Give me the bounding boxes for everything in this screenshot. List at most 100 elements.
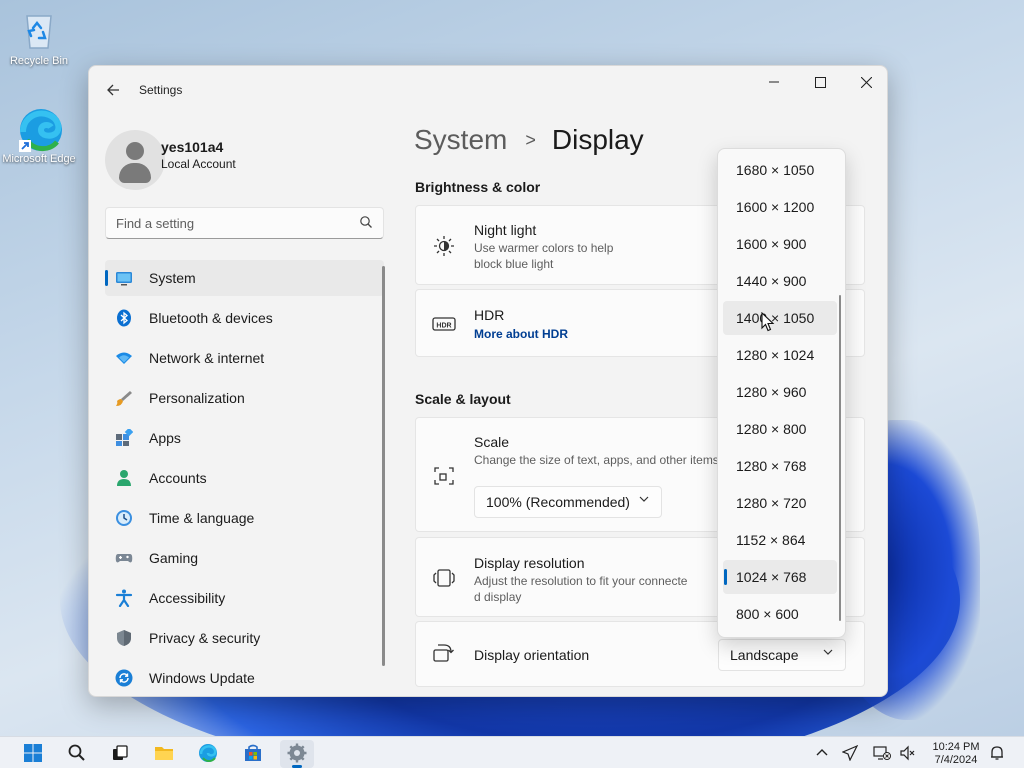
search-icon[interactable]	[359, 215, 373, 229]
sidebar-item-network[interactable]: Network & internet	[105, 340, 384, 376]
scale-title: Scale	[474, 434, 510, 450]
section-heading-scale-layout: Scale & layout	[415, 391, 511, 407]
resolution-option[interactable]: 1600 × 1200	[723, 190, 837, 224]
dropdown-scrollbar[interactable]	[839, 295, 841, 621]
resolution-option[interactable]: 1152 × 864	[723, 523, 837, 557]
maximize-icon	[814, 76, 826, 88]
resolution-option[interactable]: 1600 × 900	[723, 227, 837, 261]
display-resolution-subtitle: Adjust the resolution to fit your connec…	[474, 574, 688, 588]
task-view-icon[interactable]	[110, 743, 130, 763]
svg-text:HDR: HDR	[436, 323, 451, 330]
resolution-option[interactable]: 1280 × 768	[723, 449, 837, 483]
breadcrumb-separator: >	[525, 129, 536, 150]
minimize-icon	[769, 81, 779, 83]
breadcrumb-parent[interactable]: System	[414, 124, 507, 156]
app-title: Settings	[139, 83, 183, 97]
resolution-option[interactable]: 1280 × 800	[723, 412, 837, 446]
maximize-button[interactable]	[797, 66, 843, 98]
sidebar-item-label: System	[149, 270, 196, 286]
store-icon[interactable]	[243, 743, 263, 763]
resolution-option[interactable]: 1440 × 900	[723, 264, 837, 298]
desktop-icon-microsoft-edge[interactable]: Microsoft Edge	[1, 106, 77, 165]
sidebar-item-gaming[interactable]: Gaming	[105, 540, 384, 576]
display-orientation-icon	[433, 644, 454, 662]
resolution-option[interactable]: 1280 × 960	[723, 375, 837, 409]
gaming-icon	[115, 554, 133, 563]
sidebar-item-label: Bluetooth & devices	[149, 310, 273, 326]
hdr-title: HDR	[474, 307, 505, 323]
search-input[interactable]	[106, 208, 346, 238]
desktop-icon-recycle-bin[interactable]: Recycle Bin	[1, 8, 77, 67]
sidebar-item-windows-update[interactable]: Windows Update	[105, 660, 384, 696]
resolution-option[interactable]: 1680 × 1050	[723, 153, 837, 187]
sidebar-item-system[interactable]: System	[105, 260, 384, 296]
resolution-option-selected[interactable]: 1024 × 768	[723, 560, 837, 594]
orientation-dropdown[interactable]: Landscape	[718, 639, 846, 671]
sidebar-item-label: Accounts	[149, 470, 207, 486]
scale-subtitle: Change the size of text, apps, and other…	[474, 453, 719, 467]
sidebar-item-label: Gaming	[149, 550, 199, 566]
display-resolution-icon	[433, 569, 455, 587]
sidebar-item-label: Time & language	[149, 510, 255, 526]
arrow-left-icon	[107, 84, 119, 96]
network-status-icon[interactable]	[873, 745, 891, 761]
taskbar: 10:24 PM 7/4/2024	[0, 736, 1024, 768]
resolution-option[interactable]: 1280 × 1024	[723, 338, 837, 372]
user-name: yes101a4	[161, 139, 224, 155]
edge-icon	[17, 106, 62, 152]
page-title: Display	[551, 124, 644, 155]
accounts-icon	[117, 470, 131, 486]
display-resolution-subtitle-2: d display	[474, 590, 522, 604]
search-icon[interactable]	[67, 743, 87, 763]
time-language-icon	[116, 510, 132, 526]
avatar	[105, 130, 165, 190]
resolution-option[interactable]: 800 × 600	[723, 597, 837, 631]
back-button[interactable]	[101, 78, 125, 102]
sidebar-item-accounts[interactable]: Accounts	[105, 460, 384, 496]
sidebar-item-label: Accessibility	[149, 590, 226, 606]
sidebar-item-time-language[interactable]: Time & language	[105, 500, 384, 536]
night-light-subtitle: Use warmer colors to help	[474, 241, 614, 255]
sidebar-item-bluetooth[interactable]: Bluetooth & devices	[105, 300, 384, 336]
sidebar-nav: System Bluetooth & devices Network & int…	[105, 260, 384, 696]
chevron-down-icon	[823, 647, 833, 660]
sidebar-scrollbar[interactable]	[382, 266, 385, 666]
sidebar-item-privacy-security[interactable]: Privacy & security	[105, 620, 384, 656]
display-resolution-title: Display resolution	[474, 555, 585, 571]
recycle-bin-icon	[17, 8, 61, 52]
scale-dropdown[interactable]: 100% (Recommended)	[474, 486, 662, 518]
minimize-button[interactable]	[751, 66, 797, 98]
close-button[interactable]	[843, 66, 887, 98]
sidebar-item-accessibility[interactable]: Accessibility	[105, 580, 384, 616]
night-light-icon	[434, 236, 454, 256]
start-icon[interactable]	[23, 743, 43, 763]
apps-icon	[116, 429, 133, 446]
edge-icon[interactable]	[198, 743, 218, 763]
accessibility-icon	[115, 589, 133, 607]
sidebar-item-label: Privacy & security	[149, 630, 261, 646]
send-icon[interactable]	[842, 745, 858, 761]
sidebar-item-personalization[interactable]: Personalization	[105, 380, 384, 416]
taskbar-settings-button[interactable]	[280, 740, 314, 768]
selection-indicator	[105, 270, 108, 286]
resolution-dropdown-list: 1680 × 1050 1600 × 1200 1600 × 900 1440 …	[717, 148, 846, 638]
sidebar-item-label: Windows Update	[149, 670, 255, 686]
resolution-option-hovered[interactable]: 1400 × 1050	[723, 301, 837, 335]
desktop-icon-label: Microsoft Edge	[2, 153, 76, 165]
resolution-option[interactable]: 1280 × 720	[723, 486, 837, 520]
mouse-cursor-icon	[761, 312, 775, 332]
sidebar-item-label: Personalization	[149, 390, 245, 406]
account-type: Local Account	[161, 157, 236, 171]
file-explorer-icon[interactable]	[154, 743, 174, 763]
desktop-icon-label: Recycle Bin	[9, 55, 69, 67]
chevron-up-icon[interactable]	[814, 745, 830, 761]
scale-value: 100% (Recommended)	[486, 494, 630, 510]
volume-muted-icon[interactable]	[899, 745, 917, 761]
more-about-hdr-link[interactable]: More about HDR	[474, 327, 568, 341]
system-clock[interactable]: 10:24 PM 7/4/2024	[928, 741, 984, 767]
orientation-value: Landscape	[730, 647, 799, 663]
notification-icon[interactable]	[989, 745, 1005, 761]
sidebar-item-apps[interactable]: Apps	[105, 420, 384, 456]
system-icon	[116, 272, 132, 286]
brush-icon	[116, 391, 132, 406]
